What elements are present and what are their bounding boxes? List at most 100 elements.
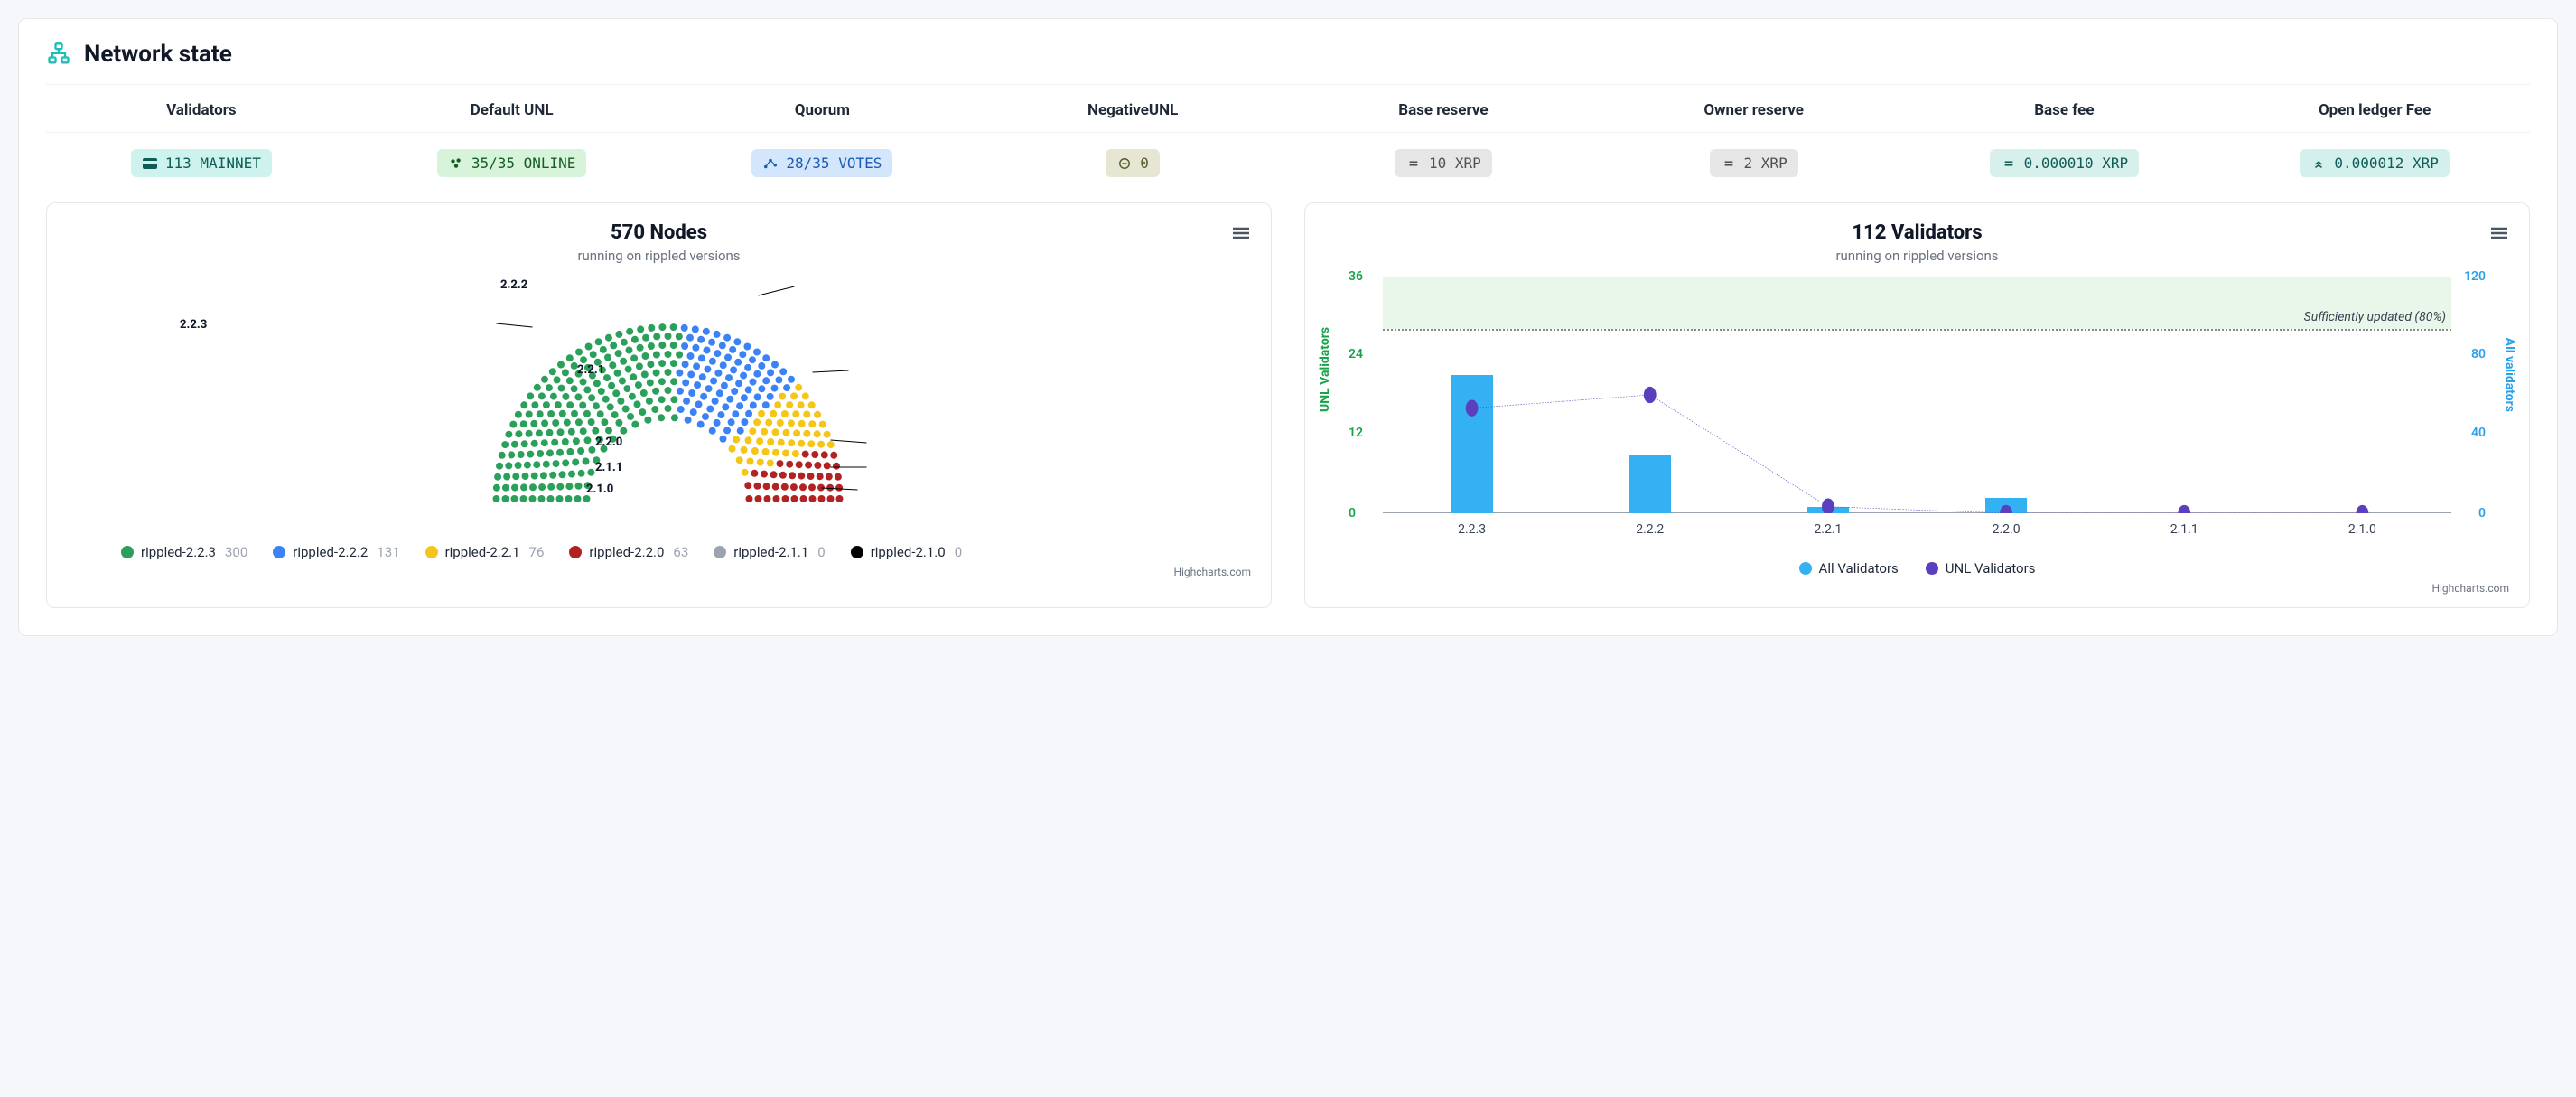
legend-name: rippled-2.1.0 xyxy=(871,544,946,560)
x-category: 2.1.1 xyxy=(2170,522,2198,537)
slice-label: 2.1.1 xyxy=(595,461,622,474)
minus-circle-icon xyxy=(1116,157,1133,170)
card-icon xyxy=(142,157,158,170)
slice-label: 2.2.3 xyxy=(180,318,207,332)
parliament-svg xyxy=(67,264,1251,535)
charts-row: 570 Nodes running on rippled versions 2.… xyxy=(46,202,2530,608)
nodes-chart-card: 570 Nodes running on rippled versions 2.… xyxy=(46,202,1272,608)
stat-label: Default UNL xyxy=(364,101,660,119)
y-tick-right: 120 xyxy=(2464,269,2486,284)
legend-name: rippled-2.2.0 xyxy=(589,544,664,560)
chart-credits[interactable]: Highcharts.com xyxy=(1325,582,2509,595)
owner-reserve-badge: 2 XRP xyxy=(1710,149,1798,177)
stat-label: Quorum xyxy=(675,101,971,119)
x-category: 2.1.0 xyxy=(2348,522,2376,537)
hamburger-icon xyxy=(2491,227,2507,239)
badge-text: 2 XRP xyxy=(1744,155,1787,172)
legend-count: 0 xyxy=(817,544,825,560)
plot-area: Sufficiently updated (80%) 36 24 12 0 12… xyxy=(1383,277,2451,513)
y-tick-left: 24 xyxy=(1349,347,1363,361)
parliament-plot: 2.2.3 2.2.2 2.2.1 2.2.0 2.1.1 2.1.0 xyxy=(67,264,1251,535)
base-reserve-badge: 10 XRP xyxy=(1395,149,1492,177)
nodes-chart-subtitle: running on rippled versions xyxy=(67,248,1251,264)
nodes-chart-title: 570 Nodes xyxy=(67,221,1251,244)
slice-label: 2.1.0 xyxy=(586,483,613,496)
chart-credits[interactable]: Highcharts.com xyxy=(67,566,1251,578)
legend-name: rippled-2.2.3 xyxy=(141,544,216,560)
validators-plot: UNL Validators All validators Sufficient… xyxy=(1325,277,2509,548)
double-chevron-up-icon xyxy=(2310,157,2327,170)
badge-text: 35/35 ONLINE xyxy=(471,155,576,172)
y-tick-right: 80 xyxy=(2471,347,2486,361)
network-state-card: Network state Validators Default UNL Quo… xyxy=(18,18,2558,636)
base-fee-badge: 0.000010 XRP xyxy=(1990,149,2140,177)
stat-label: NegativeUNL xyxy=(985,101,1281,119)
line-overlay-svg xyxy=(1383,277,2451,513)
legend-name: rippled-2.1.1 xyxy=(733,544,808,560)
x-category: 2.2.3 xyxy=(1458,522,1486,537)
legend-item[interactable]: rippled-2.2.3 300 xyxy=(121,544,247,560)
y-tick-right: 0 xyxy=(2478,506,2486,520)
y-tick-left: 0 xyxy=(1349,506,1356,520)
x-category: 2.2.1 xyxy=(1814,522,1842,537)
legend-item[interactable]: UNL Validators xyxy=(1926,560,2036,577)
slice-label: 2.2.0 xyxy=(595,436,622,449)
x-category: 2.2.0 xyxy=(1993,522,2021,537)
validators-badge: 113 MAINNET xyxy=(131,149,272,177)
graph-icon xyxy=(762,157,779,170)
negative-unl-badge: 0 xyxy=(1106,149,1160,177)
y-tick-left: 36 xyxy=(1349,269,1363,284)
slice-label: 2.2.1 xyxy=(577,363,604,377)
badge-text: 0 xyxy=(1140,155,1149,172)
validators-chart-title: 112 Validators xyxy=(1325,221,2509,244)
legend-item[interactable]: All Validators xyxy=(1799,560,1899,577)
legend-item[interactable]: rippled-2.2.1 76 xyxy=(425,544,545,560)
stat-label: Base reserve xyxy=(1295,101,1591,119)
legend-name: UNL Validators xyxy=(1946,560,2036,577)
validators-chart-subtitle: running on rippled versions xyxy=(1325,248,2509,264)
open-ledger-fee-badge: 0.000012 XRP xyxy=(2300,149,2450,177)
cluster-icon xyxy=(448,157,464,170)
slice-label: 2.2.2 xyxy=(500,278,527,292)
chart-menu-button[interactable] xyxy=(1227,220,1255,247)
legend-count: 76 xyxy=(529,544,545,560)
stat-label: Owner reserve xyxy=(1606,101,1902,119)
x-category: 2.2.2 xyxy=(1636,522,1664,537)
stats-header-row: Validators Default UNL Quorum NegativeUN… xyxy=(46,85,2530,133)
legend-name: rippled-2.2.1 xyxy=(445,544,520,560)
legend-item[interactable]: rippled-2.1.0 0 xyxy=(851,544,962,560)
legend-name: All Validators xyxy=(1819,560,1899,577)
y-axis-left-label: UNL Validators xyxy=(1318,327,1332,412)
y-axis-right-label: All validators xyxy=(2502,338,2516,412)
card-header: Network state xyxy=(46,41,2530,85)
stat-label: Validators xyxy=(53,101,350,119)
quorum-badge: 28/35 VOTES xyxy=(751,149,892,177)
badge-text: 0.000010 XRP xyxy=(2024,155,2129,172)
legend-count: 300 xyxy=(225,544,247,560)
validators-legend: All Validators UNL Validators xyxy=(1325,560,2509,577)
validators-chart-card: 112 Validators running on rippled versio… xyxy=(1304,202,2530,608)
equals-icon xyxy=(1721,157,1737,170)
card-title: Network state xyxy=(84,41,232,68)
legend-item[interactable]: rippled-2.1.1 0 xyxy=(714,544,825,560)
legend-count: 131 xyxy=(377,544,399,560)
y-tick-left: 12 xyxy=(1349,426,1363,440)
stat-label: Open ledger Fee xyxy=(2226,101,2523,119)
equals-icon xyxy=(1405,157,1422,170)
legend-item[interactable]: rippled-2.2.2 131 xyxy=(273,544,399,560)
legend-count: 0 xyxy=(955,544,962,560)
badge-text: 113 MAINNET xyxy=(165,155,261,172)
hamburger-icon xyxy=(1233,227,1249,239)
unl-badge: 35/35 ONLINE xyxy=(437,149,587,177)
badge-text: 28/35 VOTES xyxy=(786,155,882,172)
legend-count: 63 xyxy=(673,544,688,560)
legend-item[interactable]: rippled-2.2.0 63 xyxy=(569,544,688,560)
badge-text: 10 XRP xyxy=(1429,155,1481,172)
network-icon xyxy=(46,42,71,67)
nodes-legend: rippled-2.2.3 300 rippled-2.2.2 131 ripple… xyxy=(67,544,1251,560)
chart-menu-button[interactable] xyxy=(2486,220,2513,247)
stat-label: Base fee xyxy=(1917,101,2213,119)
y-tick-right: 40 xyxy=(2471,426,2486,440)
legend-name: rippled-2.2.2 xyxy=(293,544,368,560)
equals-icon xyxy=(2001,157,2017,170)
